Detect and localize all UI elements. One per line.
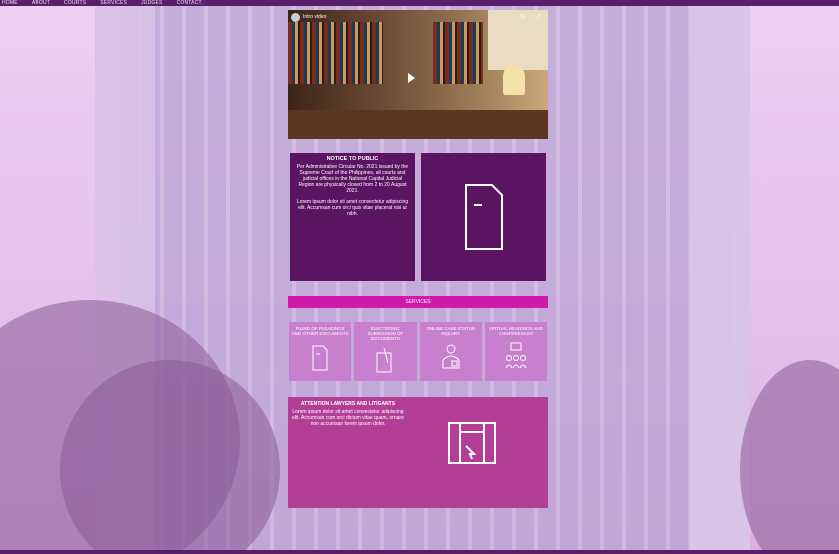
video-player[interactable]: Intro video ◷ ↗ [288,10,548,139]
bookshelf-left [288,22,383,84]
document-icon [464,184,503,250]
meeting-icon [505,342,527,369]
bookshelf-right [433,22,483,84]
nav-item-courts[interactable]: COURTS [64,0,86,6]
nav-item-home[interactable]: HOME [2,0,18,6]
service-label: FILING OF PLEADINGS AND OTHER DOCUMENTS [291,326,349,336]
service-label: VIRTUAL HEARINGS AND CONFERENCES [488,326,543,336]
service-card-filing[interactable]: FILING OF PLEADINGS AND OTHER DOCUMENTS [289,322,352,381]
services-band: SERVICES [288,296,548,308]
clock-icon[interactable]: ◷ [520,13,525,20]
notice-panel: NOTICE TO PUBLIC Per Administrative Circ… [290,153,415,281]
nav-item-about[interactable]: ABOUT [32,0,50,6]
channel-avatar[interactable] [291,13,300,22]
tree-right [740,360,839,554]
nav-item-contact[interactable]: CONTACT [177,0,202,6]
document-icon [312,345,328,371]
desk [288,110,548,139]
feature-heading: ATTENTION LAWYERS AND LITIGANTS [300,401,396,407]
services-band-label: SERVICES [405,299,431,305]
share-icon[interactable]: ↗ [536,13,541,20]
lamp [503,65,525,95]
notice-heading: NOTICE TO PUBLIC [326,156,379,162]
bottom-bar [0,550,839,554]
map-icon[interactable] [448,422,496,464]
notice-body: Per Administrative Circular No. 2021 iss… [296,164,409,194]
service-card-submission[interactable]: ELECTRONIC SUBMISSION OF DOCUMENTS [354,322,417,381]
person-badge-icon [442,344,460,369]
feature-body: Lorem ipsum dolor sit amet consectetur a… [292,409,404,427]
nav-item-services[interactable]: SERVICES [100,0,127,6]
nav-item-judges[interactable]: JUDGES [141,0,162,6]
pen-paper-icon [376,347,392,373]
service-label: ELECTRONIC SUBMISSION OF DOCUMENTS [367,326,404,341]
services-row: FILING OF PLEADINGS AND OTHER DOCUMENTS … [289,322,547,381]
notice-body-2: Lorem ipsum dolor sit amet consectetur a… [296,199,409,217]
document-tile[interactable] [421,153,546,281]
service-card-inquiry[interactable]: ONLINE CASE STATUS INQUIRY [419,322,482,381]
service-label: ONLINE CASE STATUS INQUIRY [426,326,475,336]
play-icon[interactable] [408,73,415,83]
service-card-hearings[interactable]: VIRTUAL HEARINGS AND CONFERENCES [484,322,547,381]
feature-panel: ATTENTION LAWYERS AND LITIGANTS Lorem ip… [288,397,548,508]
top-menu: HOME ABOUT COURTS SERVICES JUDGES CONTAC… [0,0,202,6]
video-title[interactable]: Intro video [303,14,326,20]
